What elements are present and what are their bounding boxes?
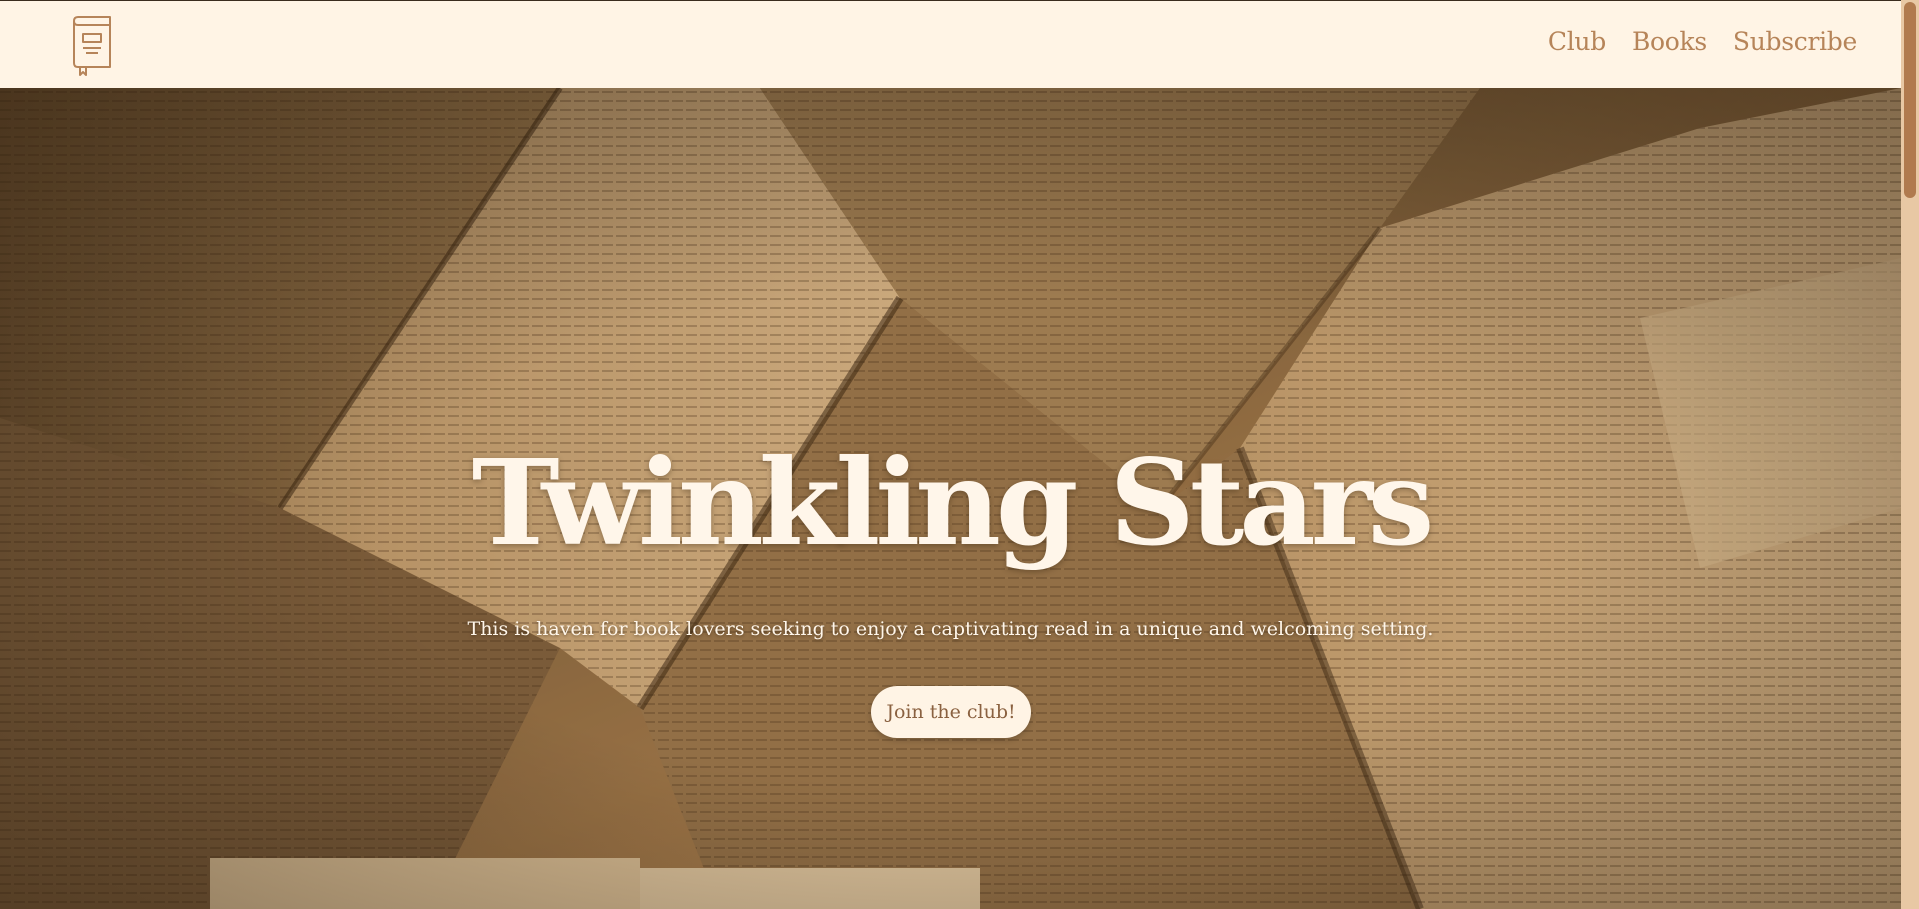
hero-content: Twinkling Stars This is haven for book l… xyxy=(0,88,1901,909)
page: Club Books Subscribe Twinkling Stars Thi… xyxy=(0,0,1919,909)
book-icon[interactable] xyxy=(70,15,114,77)
join-club-button[interactable]: Join the club! xyxy=(871,686,1031,738)
main-nav: Club Books Subscribe xyxy=(1548,27,1857,56)
nav-link-club[interactable]: Club xyxy=(1548,27,1606,56)
nav-link-subscribe[interactable]: Subscribe xyxy=(1733,27,1857,56)
hero-title: Twinkling Stars xyxy=(471,433,1435,572)
hero-section: Twinkling Stars This is haven for book l… xyxy=(0,88,1901,909)
page-scrollbar[interactable] xyxy=(1901,0,1919,909)
nav-link-books[interactable]: Books xyxy=(1632,27,1707,56)
hero-subtitle: This is haven for book lovers seeking to… xyxy=(467,618,1434,640)
scrollbar-thumb[interactable] xyxy=(1904,2,1916,198)
site-header: Club Books Subscribe xyxy=(0,0,1901,88)
